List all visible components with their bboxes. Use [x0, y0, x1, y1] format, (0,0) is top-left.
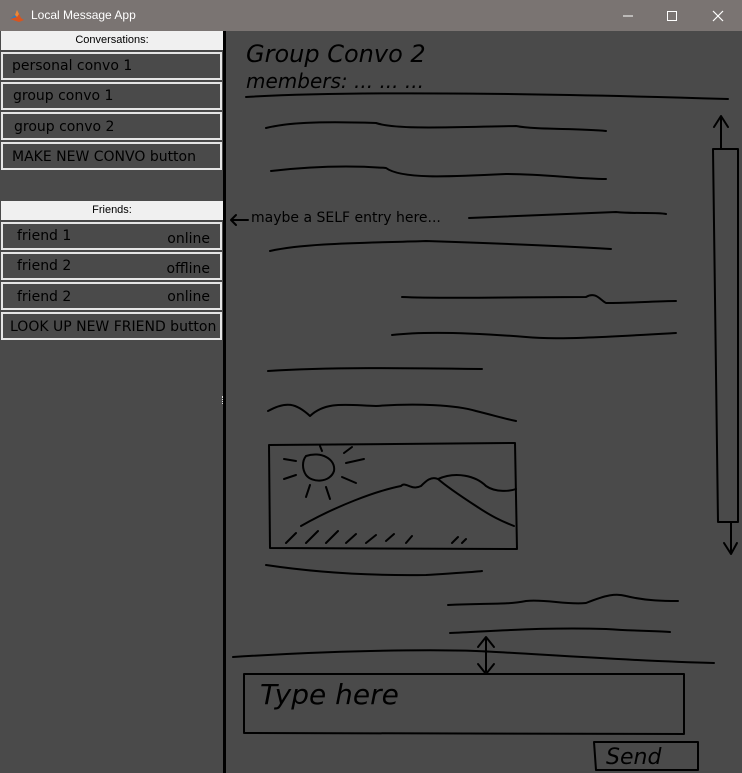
- friend-name: friend 2: [17, 289, 72, 305]
- left-panel: Conversations: personal convo 1 group co…: [0, 31, 224, 773]
- scroll-up-arrow-icon: [713, 115, 729, 150]
- scroll-down-arrow-icon: [723, 521, 738, 555]
- message-line: [401, 294, 677, 304]
- close-button[interactable]: [695, 0, 741, 31]
- message-line: [449, 627, 671, 634]
- message-input-placeholder[interactable]: Type here: [260, 678, 399, 711]
- friend-status: online: [167, 231, 210, 247]
- friends-header: Friends:: [1, 201, 223, 220]
- friend-status: offline: [166, 261, 210, 277]
- friend-name: friend 1: [17, 228, 72, 244]
- header-divider-line: [245, 92, 729, 100]
- message-line: [270, 165, 607, 180]
- matlab-app-icon: [10, 10, 24, 22]
- conversation-label: group convo 2: [14, 119, 115, 135]
- conversation-label: personal convo 1: [12, 58, 133, 74]
- image-sun: [302, 453, 336, 482]
- message-line: [269, 240, 612, 252]
- conversation-item[interactable]: group convo 2: [1, 112, 222, 140]
- sketch-canvas: Group Convo 2 members: ... ... ... Type …: [230, 40, 739, 771]
- look-up-new-friend-label: LOOK UP NEW FRIEND button: [10, 319, 217, 335]
- friend-item[interactable]: friend 2 online: [1, 282, 222, 310]
- message-line: [447, 593, 679, 606]
- window-title: Local Message App: [31, 8, 136, 22]
- minimize-button[interactable]: [605, 0, 651, 31]
- message-line: [267, 367, 483, 372]
- message-line: [265, 564, 483, 577]
- friend-item[interactable]: friend 2 offline: [1, 252, 222, 280]
- conversations-header: Conversations:: [1, 31, 223, 50]
- conversation-sketch-panel: Group Convo 2 members: ... ... ... Type …: [226, 31, 742, 773]
- message-line: [391, 331, 677, 340]
- scrollbar-track: [712, 148, 739, 523]
- send-button[interactable]: Send: [606, 745, 662, 770]
- conversation-item[interactable]: group convo 1: [1, 82, 222, 110]
- self-entry-note: maybe a SELF entry here...: [251, 210, 441, 226]
- convo-title: Group Convo 2: [246, 40, 426, 68]
- resize-arrow-icon: [477, 636, 495, 675]
- input-divider-line: [232, 649, 715, 664]
- friend-status: online: [167, 289, 210, 305]
- self-note-arrow-icon: [230, 214, 249, 226]
- conversation-item[interactable]: personal convo 1: [1, 52, 222, 80]
- look-up-new-friend-button[interactable]: LOOK UP NEW FRIEND button: [1, 312, 222, 340]
- conversation-label: group convo 1: [13, 88, 114, 104]
- maximize-button[interactable]: [649, 0, 695, 31]
- make-new-convo-button[interactable]: MAKE NEW CONVO button: [1, 142, 222, 170]
- friend-item[interactable]: friend 1 online: [1, 222, 222, 250]
- make-new-convo-label: MAKE NEW CONVO button: [12, 149, 196, 165]
- members-label: members: ... ... ...: [246, 69, 424, 93]
- friend-name: friend 2: [17, 258, 72, 274]
- message-line: [468, 211, 667, 219]
- close-icon: [712, 10, 724, 21]
- minimize-icon: [623, 15, 633, 16]
- image-mountains: [300, 477, 515, 527]
- title-bar: Local Message App: [0, 0, 742, 31]
- splitter-grip-icon[interactable]: [222, 396, 224, 404]
- maximize-icon: [667, 10, 677, 21]
- message-line: [267, 403, 517, 422]
- message-line: [265, 121, 607, 132]
